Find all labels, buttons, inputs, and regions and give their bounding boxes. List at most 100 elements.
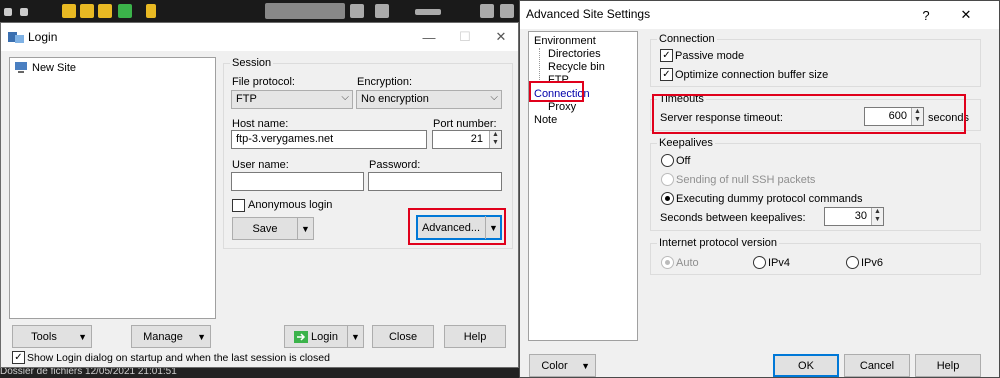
session-group-title: Session xyxy=(230,57,274,69)
tree-item-note[interactable]: Note xyxy=(534,114,557,126)
ip-auto-label: Auto xyxy=(676,257,699,269)
user-name-input[interactable] xyxy=(231,172,364,191)
port-number-label: Port number: xyxy=(433,118,497,130)
user-name-label: User name: xyxy=(232,159,289,171)
close-icon[interactable]: ✕ xyxy=(483,23,519,51)
home-icon[interactable] xyxy=(98,4,112,18)
close-button-label: Close xyxy=(388,330,418,343)
tree-item-proxy[interactable]: Proxy xyxy=(548,101,576,113)
file-protocol-value: FTP xyxy=(236,93,257,105)
help-button[interactable]: Help xyxy=(915,354,981,377)
file-protocol-label: File protocol: xyxy=(232,76,295,88)
winscp-logo-icon xyxy=(8,32,24,43)
advanced-window-title: Advanced Site Settings xyxy=(526,7,651,21)
sort-icon[interactable] xyxy=(375,4,389,18)
cancel-button-label: Cancel xyxy=(859,359,895,372)
keepalive-off-radio[interactable] xyxy=(661,154,674,167)
timeouts-highlight-box xyxy=(652,94,966,134)
chevron-down-icon: ⌵ xyxy=(341,92,349,103)
cancel-button[interactable]: Cancel xyxy=(844,354,910,377)
caret-down-icon: ▼ xyxy=(78,331,87,342)
color-button-label: Color xyxy=(541,359,568,372)
connection-highlight-box xyxy=(529,81,584,102)
ipv4-radio[interactable] xyxy=(753,256,766,269)
parent-folder-icon[interactable] xyxy=(80,4,94,18)
remote-folder-icon[interactable] xyxy=(480,4,494,18)
forward-arrow-icon[interactable] xyxy=(20,8,28,16)
encryption-value: No encryption xyxy=(361,93,429,105)
maximize-icon[interactable]: ☐ xyxy=(447,23,483,51)
bookmark-icon[interactable] xyxy=(146,4,156,18)
passive-mode-label: Passive mode xyxy=(675,50,745,62)
ok-button-label: OK xyxy=(798,359,814,372)
keepalive-seconds-input[interactable]: 30 ▲ ▼ xyxy=(824,207,884,226)
refresh-icon[interactable] xyxy=(118,4,132,18)
ipv4-label: IPv4 xyxy=(768,257,791,269)
tree-item-new-site[interactable]: New Site xyxy=(32,62,76,74)
computer-icon xyxy=(15,62,27,73)
keepalive-dummy-radio[interactable] xyxy=(661,192,674,205)
site-tree[interactable]: New Site xyxy=(9,57,216,319)
keepalive-dummy-label: Executing dummy protocol commands xyxy=(676,193,863,205)
anonymous-login-label: Anonymous login xyxy=(248,199,333,211)
login-button[interactable]: Login ▼ xyxy=(284,325,364,348)
optimize-buffer-checkbox[interactable]: ✓ xyxy=(660,68,673,81)
ip-auto-radio[interactable] xyxy=(661,256,674,269)
remote-home-icon[interactable] xyxy=(500,4,514,18)
tree-item-directories[interactable]: Directories xyxy=(548,48,601,60)
advanced-titlebar: Advanced Site Settings ? ✕ xyxy=(520,1,999,29)
keepalives-group-title: Keepalives xyxy=(657,137,715,149)
context-help-icon[interactable]: ? xyxy=(908,1,944,29)
encryption-select[interactable]: No encryption ⌵ xyxy=(356,90,502,109)
password-input[interactable] xyxy=(368,172,502,191)
tools-button[interactable]: Tools ▼ xyxy=(12,325,92,348)
tree-item-recycle-bin[interactable]: Recycle bin xyxy=(548,61,605,73)
login-window: Login — ☐ ✕ New Site Session File protoc… xyxy=(0,22,519,368)
manage-button-label: Manage xyxy=(143,330,183,343)
advanced-highlight-box xyxy=(408,208,506,245)
show-login-checkbox[interactable]: ✓ xyxy=(12,351,25,364)
keepalive-off-label: Off xyxy=(676,155,691,167)
remote-back-icon[interactable] xyxy=(415,9,441,15)
ipv6-label: IPv6 xyxy=(861,257,884,269)
minimize-icon[interactable]: — xyxy=(411,23,447,51)
ipv6-radio[interactable] xyxy=(846,256,859,269)
help-button[interactable]: Help xyxy=(444,325,506,348)
tools-button-label: Tools xyxy=(31,330,57,343)
keepalive-null-ssh-label: Sending of null SSH packets xyxy=(676,174,816,186)
passive-mode-checkbox[interactable]: ✓ xyxy=(660,49,673,62)
close-icon[interactable]: ✕ xyxy=(948,1,984,29)
chevron-down-icon: ⌵ xyxy=(490,92,498,103)
caret-down-icon: ▼ xyxy=(197,331,206,342)
settings-tree[interactable]: Environment Directories Recycle bin FTP … xyxy=(528,31,638,341)
show-login-label: Show Login dialog on startup and when th… xyxy=(27,352,330,364)
login-titlebar: Login — ☐ ✕ xyxy=(1,23,518,51)
keepalive-null-ssh-radio[interactable] xyxy=(661,173,674,186)
file-protocol-select[interactable]: FTP ⌵ xyxy=(231,90,353,109)
manage-button[interactable]: Manage ▼ xyxy=(131,325,211,348)
login-button-label: Login xyxy=(311,330,338,343)
login-dropdown-icon[interactable]: ▼ xyxy=(347,326,363,347)
close-button[interactable]: Close xyxy=(372,325,434,348)
tree-item-environment[interactable]: Environment xyxy=(534,35,596,47)
port-spinner[interactable]: ▲ ▼ xyxy=(489,131,501,148)
ip-version-group: Internet protocol version xyxy=(650,237,981,275)
anonymous-login-checkbox[interactable] xyxy=(232,199,245,212)
login-window-title: Login xyxy=(28,30,58,44)
save-dropdown-icon[interactable]: ▼ xyxy=(297,218,313,239)
help-button-label: Help xyxy=(936,359,960,372)
ok-button[interactable]: OK xyxy=(773,354,839,377)
keepalive-seconds-label: Seconds between keepalives: xyxy=(660,212,806,224)
host-name-input[interactable]: ftp-3.verygames.net xyxy=(231,130,427,149)
save-button-label: Save xyxy=(252,222,278,235)
save-button[interactable]: Save ▼ xyxy=(232,217,314,240)
help-button-label: Help xyxy=(463,330,487,343)
advanced-settings-window: Advanced Site Settings ? ✕ Environment D… xyxy=(519,0,1000,378)
keepalive-spinner[interactable]: ▲ ▼ xyxy=(871,208,883,225)
path-combo[interactable] xyxy=(265,3,345,19)
color-button[interactable]: Color ▼ xyxy=(529,354,596,377)
folder-icon[interactable] xyxy=(62,4,76,18)
filter-icon[interactable] xyxy=(350,4,364,18)
back-arrow-icon[interactable] xyxy=(4,8,12,16)
port-number-input[interactable]: 21 ▲ ▼ xyxy=(432,130,502,149)
